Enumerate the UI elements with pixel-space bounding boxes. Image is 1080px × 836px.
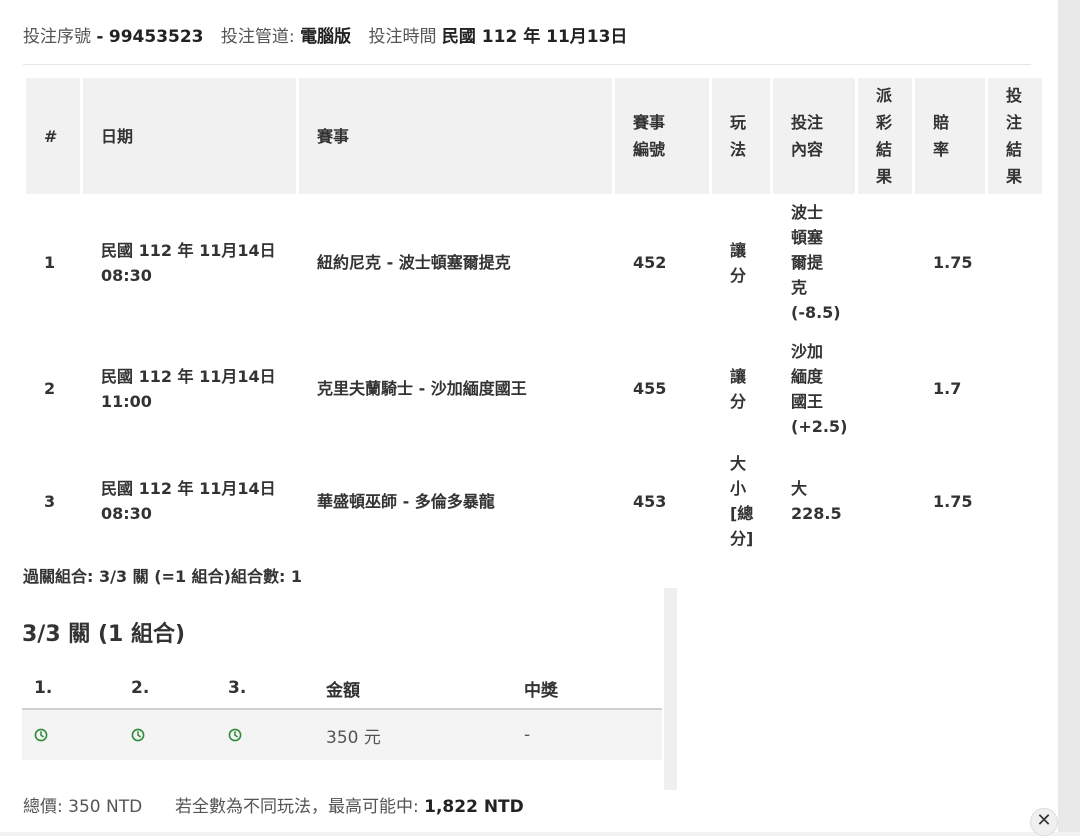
combo-scrollbar[interactable] bbox=[664, 588, 677, 790]
row-event-id: 455 bbox=[633, 379, 667, 398]
table-row: 3 民國 112 年 11月14日 08:30 華盛頓巫師 - 多倫多暴龍 453… bbox=[26, 446, 1042, 556]
combo-header-row: 1. 2. 3. 金額 中獎 bbox=[22, 668, 662, 710]
combo-row: 350 元 - bbox=[22, 710, 662, 760]
row-event: 華盛頓巫師 - 多倫多暴龍 bbox=[317, 491, 495, 511]
row-result bbox=[858, 194, 912, 331]
row-odds: 1.7 bbox=[933, 379, 962, 398]
row-odds: 1.75 bbox=[933, 253, 973, 272]
combo-amount: 350 元 bbox=[326, 727, 381, 748]
clock-icon bbox=[228, 710, 242, 760]
row-event: 紐約尼克 - 波士頓塞爾提克 bbox=[317, 253, 511, 272]
row-play: 讓分 bbox=[730, 240, 747, 285]
table-row: 1 民國 112 年 11月14日 08:30 紐約尼克 - 波士頓塞爾提克 45… bbox=[26, 194, 1042, 331]
combo-header-amount: 金額 bbox=[326, 680, 360, 701]
table-row: 2 民國 112 年 11月14日 11:00 克里夫蘭騎士 - 沙加緬度國王 4… bbox=[26, 331, 1042, 446]
row-no: 3 bbox=[44, 491, 56, 511]
combo-win: - bbox=[524, 725, 531, 745]
combo-header-leg1: 1. bbox=[34, 678, 53, 698]
bet-header: 投注序號 - 99453523 投注管道: 電腦版 投注時間 民國 112 年 … bbox=[23, 22, 627, 48]
row-odds: 1.75 bbox=[933, 491, 973, 511]
col-header-event: 賽事 bbox=[299, 78, 612, 194]
total-label: 總價: bbox=[23, 797, 63, 817]
time-label: 投注時間 bbox=[368, 27, 437, 47]
clock-icon bbox=[131, 710, 145, 760]
combo-title: 3/3 關 (1 組合) bbox=[22, 622, 186, 647]
combo-header-win: 中獎 bbox=[524, 680, 558, 701]
row-outcome bbox=[988, 194, 1042, 331]
row-date: 民國 112 年 11月14日 08:30 bbox=[101, 479, 276, 523]
row-event-id: 453 bbox=[633, 491, 667, 511]
page-scrollbar[interactable] bbox=[1058, 0, 1080, 832]
row-date: 民國 112 年 11月14日 08:30 bbox=[101, 240, 276, 285]
parlay-summary: 過關組合: 3/3 關 (=1 組合)組合數: 1 bbox=[23, 567, 303, 586]
row-play: 讓分 bbox=[730, 366, 747, 411]
row-play: 大小[總分] bbox=[730, 454, 754, 548]
combo-header-leg2: 2. bbox=[131, 678, 150, 698]
col-header-no: # bbox=[26, 78, 80, 194]
row-result bbox=[858, 331, 912, 446]
bet-detail-panel: 投注序號 - 99453523 投注管道: 電腦版 投注時間 民國 112 年 … bbox=[0, 0, 1058, 832]
row-content: 波士頓塞爾提克 (-8.5) bbox=[791, 203, 841, 322]
channel-label: 投注管道: bbox=[220, 27, 295, 47]
bet-table-header-row: # 日期 賽事 賽事編號 玩法 投注內容 派彩結果 賠率 投注結果 bbox=[26, 78, 1042, 194]
header-divider bbox=[23, 64, 1031, 65]
row-no: 2 bbox=[44, 379, 56, 398]
combo-section: 3/3 關 (1 組合) 1. 2. 3. 金額 中獎 350 元 - bbox=[22, 588, 677, 790]
row-date: 民國 112 年 11月14日 11:00 bbox=[101, 366, 276, 411]
max-win-label: 若全數為不同玩法，最高可能中: bbox=[175, 797, 419, 817]
serial-value: 99453523 bbox=[108, 27, 204, 47]
time-value: 民國 112 年 11月13日 bbox=[441, 27, 628, 47]
row-outcome bbox=[988, 446, 1042, 556]
serial-label: 投注序號 bbox=[23, 27, 91, 47]
combo-header-leg3: 3. bbox=[228, 678, 247, 698]
row-content: 沙加緬度國王 (+2.5) bbox=[791, 341, 848, 436]
col-header-date: 日期 bbox=[83, 78, 296, 194]
col-header-result: 派彩結果 bbox=[858, 78, 912, 194]
row-event-id: 452 bbox=[633, 253, 667, 272]
max-win-value: 1,822 NTD bbox=[424, 797, 524, 817]
col-header-outcome: 投注結果 bbox=[988, 78, 1042, 194]
row-content: 大 228.5 bbox=[791, 479, 842, 523]
row-no: 1 bbox=[44, 253, 56, 272]
col-header-content: 投注內容 bbox=[773, 78, 855, 194]
row-event: 克里夫蘭騎士 - 沙加緬度國王 bbox=[317, 379, 527, 398]
serial-sep: - bbox=[96, 27, 104, 47]
col-header-event-id: 賽事編號 bbox=[615, 78, 709, 194]
col-header-odds: 賠率 bbox=[915, 78, 985, 194]
bet-table: # 日期 賽事 賽事編號 玩法 投注內容 派彩結果 賠率 投注結果 1 民國 1… bbox=[23, 78, 1045, 556]
footer-summary: 總價: 350 NTD 若全數為不同玩法，最高可能中: 1,822 NTD bbox=[23, 792, 524, 817]
clock-icon bbox=[34, 710, 48, 760]
total-value: 350 NTD bbox=[68, 797, 143, 817]
col-header-play: 玩法 bbox=[712, 78, 770, 194]
row-result bbox=[858, 446, 912, 556]
row-outcome bbox=[988, 331, 1042, 446]
channel-value: 電腦版 bbox=[300, 27, 352, 47]
